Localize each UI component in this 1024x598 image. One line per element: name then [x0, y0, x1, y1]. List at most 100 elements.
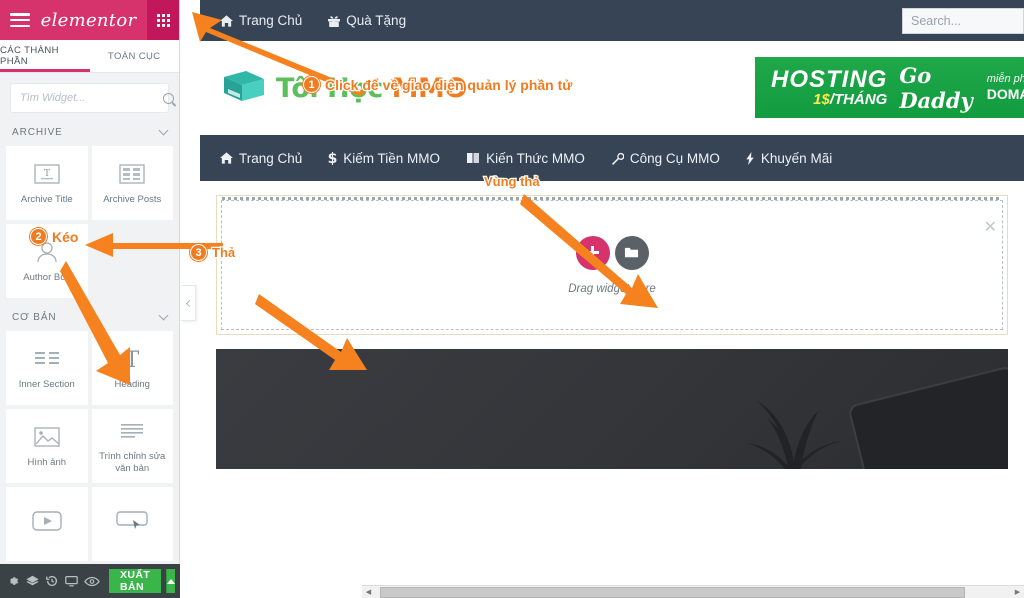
widget-trinh-chinh-sua-van-ban[interactable]: Trình chỉnh sửa văn bản	[91, 409, 173, 483]
panel-body: ARCHIVE T Archive Title Archive Posts	[0, 73, 179, 598]
site-logo[interactable]: Tôi Học MMO	[220, 67, 467, 109]
bolt-icon	[746, 151, 754, 165]
topbar-link-label: Trang Chủ	[239, 13, 303, 28]
elementor-editor-screen: elementor CÁC THÀNH PHẦN TOÀN CỤC ARCHIV…	[0, 0, 1024, 598]
category-header-co-ban[interactable]: CƠ BẢN	[0, 298, 179, 331]
wrench-icon	[611, 152, 624, 165]
hero-image-section	[216, 349, 1008, 469]
ad-hosting-price-row: 1$/THÁNG	[771, 92, 887, 107]
godaddy-ad-banner[interactable]: HOSTING 1$/THÁNG Go Daddy miễn p DOM	[755, 57, 1024, 118]
archive-posts-icon	[119, 161, 145, 187]
logo-text-part1: Tôi Học	[276, 72, 392, 104]
home-icon	[220, 14, 233, 27]
widget-button[interactable]	[91, 487, 173, 561]
dropzone-wrapper: Drag widget here ✕	[200, 181, 1024, 335]
widget-search-wrap	[0, 73, 179, 121]
chevron-down-icon	[158, 310, 169, 321]
scroll-left-arrow-icon[interactable]: ◀	[362, 586, 375, 598]
publish-button[interactable]: XUẤT BẢN	[109, 569, 162, 593]
dropzone-action-buttons	[575, 235, 649, 270]
nav-item-khuyen-mai[interactable]: Khuyến Mãi	[746, 151, 832, 166]
responsive-mode-icon[interactable]	[64, 573, 79, 589]
widget-inner-section[interactable]: Inner Section	[6, 331, 88, 405]
navigator-layers-icon[interactable]	[25, 573, 40, 589]
dropzone-inner[interactable]: Drag widget here	[221, 197, 1003, 330]
author-box-icon	[34, 239, 60, 265]
nav-item-label: Kiến Thức MMO	[486, 150, 585, 166]
site-logo-text: Tôi Học MMO	[276, 73, 467, 104]
widget-label: Heading	[114, 378, 150, 390]
widget-author-box[interactable]: Author Box	[6, 224, 88, 298]
elementor-brand-logo: elementor	[40, 9, 137, 31]
nav-item-label: Trang Chủ	[239, 150, 303, 166]
video-icon	[32, 508, 62, 534]
publish-options-caret-icon[interactable]	[166, 569, 176, 593]
elementor-widget-panel: elementor CÁC THÀNH PHẦN TOÀN CỤC ARCHIV…	[0, 0, 180, 598]
widget-label: Inner Section	[18, 378, 75, 390]
grid-apps-icon[interactable]	[147, 0, 179, 40]
nav-item-kien-thuc-mmo[interactable]: Kiến Thức MMO	[466, 151, 585, 166]
canvas-horizontal-scrollbar[interactable]: ◀ ▶	[362, 585, 1024, 598]
category-title-archive: ARCHIVE	[12, 127, 63, 138]
nav-item-kiem-tien-mmo[interactable]: $ Kiếm Tiền MMO	[328, 151, 440, 166]
hamburger-icon[interactable]	[10, 13, 30, 27]
hero-ghost-text	[446, 355, 456, 389]
tab-cac-thanh-phan[interactable]: CÁC THÀNH PHẦN	[0, 40, 90, 72]
panel-header: elementor	[0, 0, 179, 40]
plant-silhouette-icon	[746, 401, 842, 469]
nav-item-cong-cu-mmo[interactable]: Công Cụ MMO	[611, 151, 720, 166]
widget-archive-title[interactable]: T Archive Title	[6, 146, 88, 220]
widget-hinh-anh[interactable]: Hình ảnh	[6, 409, 88, 483]
site-search-box[interactable]	[902, 8, 1024, 34]
widget-grid-co-ban: Inner Section T Heading Hình ảnh Trình c…	[0, 331, 179, 561]
nav-item-trang-chu[interactable]: Trang Chủ	[220, 151, 302, 166]
grid-dots-glyph	[156, 13, 170, 27]
tab-toan-cuc[interactable]: TOÀN CỤC	[90, 40, 180, 72]
page-canvas: Trang Chủ Quà Tặng Search... Tôi Học MMO…	[181, 0, 1024, 598]
archive-title-icon: T	[34, 161, 60, 187]
topbar-link-qua-tang[interactable]: Quà Tặng	[328, 13, 406, 28]
widget-heading[interactable]: T Heading	[91, 331, 173, 405]
ad-hosting-headline: HOSTING	[771, 66, 888, 93]
plus-circle-icon[interactable]	[575, 235, 610, 270]
ad-free-domain: miễn phí DOMAIN	[987, 73, 1024, 102]
text-editor-icon	[119, 418, 145, 444]
svg-text:$: $	[328, 151, 337, 165]
nav-item-label: Công Cụ MMO	[629, 150, 720, 166]
collapse-panel-button[interactable]	[181, 285, 196, 321]
gift-icon	[328, 15, 341, 27]
site-header-row: Tôi Học MMO HOSTING 1$/THÁNG Go Daddy mi…	[200, 41, 1024, 135]
logo-text-part2: MMO	[391, 72, 468, 104]
image-icon	[34, 424, 60, 450]
close-x-icon[interactable]: ✕	[984, 220, 997, 236]
category-header-archive[interactable]: ARCHIVE	[0, 121, 179, 146]
scroll-right-arrow-icon[interactable]: ▶	[1011, 586, 1024, 598]
nav-item-label: Kiếm Tiền MMO	[343, 150, 441, 166]
settings-gear-icon[interactable]	[6, 573, 20, 589]
site-topbar: Trang Chủ Quà Tặng	[200, 0, 1024, 41]
site-search-input[interactable]	[903, 9, 1023, 33]
panel-footer-bar: XUẤT BẢN	[0, 564, 180, 598]
home-icon	[220, 152, 233, 164]
preview-eye-icon[interactable]	[84, 573, 100, 589]
history-revisions-icon[interactable]	[45, 573, 59, 589]
ad-free-line2: DOMAIN	[986, 85, 1024, 102]
widget-label: Author Box	[23, 271, 71, 283]
scrollbar-thumb[interactable]	[380, 586, 966, 598]
dollar-icon: $	[328, 151, 337, 165]
widget-search-box[interactable]	[10, 83, 174, 113]
folder-circle-icon[interactable]	[614, 235, 649, 270]
search-input[interactable]	[20, 92, 163, 104]
topbar-link-trang-chu[interactable]: Trang Chủ	[220, 13, 302, 28]
widget-archive-posts[interactable]: Archive Posts	[91, 146, 173, 220]
ad-hosting-text: HOSTING 1$/THÁNG	[771, 66, 888, 108]
widget-video[interactable]	[6, 487, 88, 561]
laptop-silhouette	[847, 365, 1008, 469]
elementor-empty-section[interactable]: Drag widget here ✕	[216, 195, 1008, 335]
book-stack-icon	[224, 71, 264, 101]
inner-section-icon	[34, 346, 60, 372]
svg-text:T: T	[44, 169, 50, 179]
scrollbar-track[interactable]	[375, 586, 1011, 598]
ad-brand-name: Go Daddy	[899, 62, 973, 113]
widget-label: Trình chỉnh sửa văn bản	[99, 450, 166, 474]
